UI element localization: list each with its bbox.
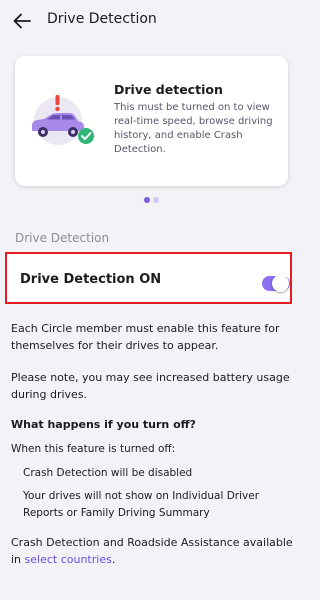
battery-note-text: Please note, you may see increased batte…: [11, 371, 290, 401]
car-alert-check-illustration: [32, 95, 94, 145]
toggle-label: Drive Detection ON: [20, 272, 162, 287]
arrow-left-icon[interactable]: [13, 13, 31, 29]
enable-info-text: Each Circle member must enable this feat…: [11, 322, 280, 352]
card-title: Drive detection: [114, 82, 223, 97]
availability-end: .: [111, 553, 116, 566]
pager-dot[interactable]: [152, 197, 159, 203]
pager-dot-active[interactable]: [143, 197, 150, 203]
turn-off-intro: When this feature is turned off:: [11, 443, 176, 455]
drive-detection-switch[interactable]: [262, 275, 290, 292]
availability-note: Crash Detection and Roadside Assistance …: [11, 534, 296, 568]
app-bar: Drive Detection: [0, 0, 302, 42]
list-item: Crash Detection will be disabled: [23, 467, 193, 479]
select-countries-link[interactable]: select countries: [25, 553, 112, 566]
switch-knob: [272, 275, 289, 292]
info-card: Drive detection This must be turned on t…: [15, 56, 288, 186]
carousel-pager: [0, 197, 302, 203]
list-item: Your drives will not show on Individual …: [23, 490, 260, 519]
section-label: Drive Detection: [15, 231, 110, 245]
page-title: Drive Detection: [47, 11, 157, 27]
turn-off-heading: What happens if you turn off?: [11, 418, 196, 431]
card-description: This must be turned on to view real-time…: [114, 102, 273, 155]
drive-detection-toggle-row[interactable]: Drive Detection ON: [5, 252, 292, 304]
